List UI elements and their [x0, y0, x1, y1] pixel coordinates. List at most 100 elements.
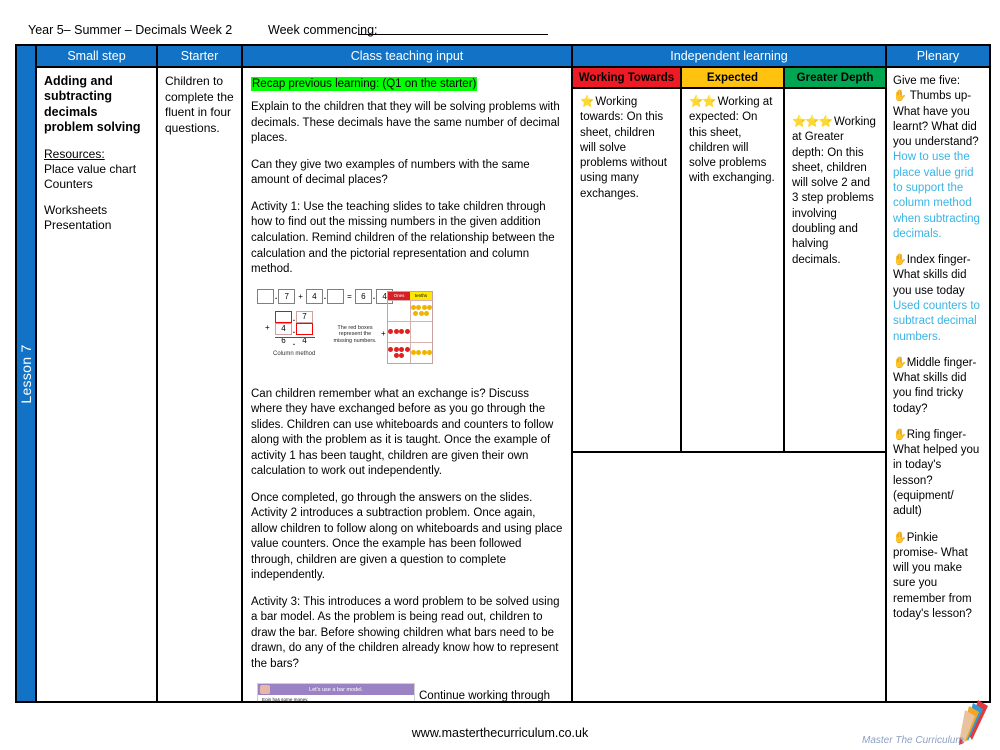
- material-item: Worksheets: [44, 203, 108, 217]
- plus-sign: +: [298, 291, 303, 301]
- diff-header-working-towards: Working Towards: [573, 68, 682, 89]
- recap-highlight: Recap previous learning: (Q1 on the star…: [251, 77, 478, 92]
- equation-blank-box: [327, 288, 345, 304]
- header-plenary: Plenary: [887, 46, 989, 68]
- star-rating: ⭐: [580, 96, 594, 108]
- header-small-step: Small step: [37, 46, 158, 68]
- plenary-prompt: ✋Ring finger- What helped you in today's…: [893, 428, 983, 520]
- resource-item: Counters: [44, 177, 93, 191]
- teaching-paragraph: Activity 1: Use the teaching slides to t…: [251, 200, 555, 276]
- place-value-tenths-cell: [410, 343, 432, 363]
- star-rating: ⭐⭐⭐: [792, 116, 833, 128]
- diff-header-greater-depth: Greater Depth: [785, 68, 887, 89]
- document-meta-row: Year 5– Summer – Decimals Week 2 Week co…: [20, 20, 980, 44]
- lesson-number-label: Lesson 7: [18, 343, 34, 404]
- teaching-paragraph: Can they give two examples of numbers wi…: [251, 158, 530, 187]
- place-value-plus-sign: +: [381, 328, 386, 338]
- lesson-plan-table: Lesson 7 Small step Starter Class teachi…: [15, 44, 991, 703]
- diff-header-expected: Expected: [682, 68, 785, 89]
- avatar-icon: [260, 685, 270, 695]
- column-method-plus-sign: +: [265, 322, 270, 332]
- independent-learning-empty-area: [573, 453, 887, 701]
- brand-logo: Master The Curriculum: [862, 700, 992, 748]
- place-value-row: [388, 299, 432, 321]
- lesson-plan-page: Year 5– Summer – Decimals Week 2 Week co…: [0, 0, 1000, 750]
- hand-icon: ✋: [893, 90, 907, 103]
- hand-icon: ✋: [893, 531, 907, 544]
- place-value-tenths-cell: [411, 322, 433, 342]
- equals-sign: =: [347, 291, 352, 301]
- brand-logo-text: Master The Curriculum: [862, 735, 964, 746]
- teaching-side-notes: Continue working through the word proble…: [419, 689, 559, 701]
- diff-body-expected: ⭐⭐ Working at expected: On this sheet, ch…: [682, 89, 785, 453]
- figure-note: The red boxes represent the missing numb…: [333, 324, 377, 345]
- figure-bar-model-wrapper: Let's use a bar model. Eoin has some mon…: [251, 683, 563, 701]
- header-independent-learning: Independent learning: [573, 46, 887, 68]
- place-value-ones-cell: [388, 321, 411, 342]
- equation-blank-box: [257, 288, 274, 304]
- diff-body-working-towards: ⭐ Working towards: On this sheet, childre…: [573, 89, 682, 453]
- place-value-header-ones: Ones: [388, 291, 410, 300]
- year-term-label: Year 5– Summer – Decimals Week 2: [28, 23, 233, 37]
- place-value-tenths-cell: [410, 301, 432, 321]
- diff-body-text: On this sheet, children will solve probl…: [580, 111, 667, 200]
- plenary-intro: Give me five:: [893, 75, 961, 87]
- plenary-prompt: ✋Index finger- What skills did you use t…: [893, 253, 983, 299]
- plenary-item: ✋Middle finger- What skills did you find…: [893, 356, 983, 417]
- plenary-item: ✋Pinkie promise- What will you make sure…: [893, 531, 983, 623]
- resources-label: Resources:: [44, 147, 105, 161]
- equation-row: . 7 + 4 . = 6 . 4: [257, 288, 394, 304]
- place-value-row: [388, 341, 432, 363]
- plenary-prompt: ✋Pinkie promise- What will you make sure…: [893, 531, 983, 623]
- teaching-paragraph: Explain to the children that they will b…: [251, 101, 560, 145]
- hand-icon: ✋: [893, 356, 907, 369]
- hand-icon: ✋: [893, 428, 907, 441]
- week-commencing-blank-line: [358, 34, 548, 35]
- plenary-answer: How to use the place value grid to suppo…: [893, 151, 980, 240]
- cell-starter: Children to complete the fluent in four …: [158, 68, 243, 701]
- figure-missing-number-calculation: . 7 + 4 . = 6 . 4 + . 7 4 . 6 . 4 Column…: [257, 288, 433, 377]
- cell-plenary: Give me five: ✋ Thumbs up- What have you…: [887, 68, 989, 701]
- plenary-prompt: ✋ Thumbs up- What have you learnt? What …: [893, 89, 983, 150]
- plenary-item: ✋ Thumbs up- What have you learnt? What …: [893, 89, 983, 242]
- starter-text: Children to complete the fluent in four …: [165, 74, 234, 135]
- plenary-prompt-text: Ring finger- What helped you in today's …: [893, 428, 980, 518]
- footer-website-url: www.masterthecurriculum.co.uk: [411, 726, 589, 740]
- teaching-paragraph: Once completed, go through the answers o…: [251, 491, 563, 582]
- resource-item: Place value chart: [44, 162, 137, 176]
- bar-model-line: Eoin has some money.: [262, 697, 309, 701]
- column-method-cell: [275, 310, 292, 323]
- plenary-answer: Used counters to subtract decimal number…: [893, 299, 980, 343]
- column-method-cell: 7: [296, 310, 313, 323]
- teaching-paragraph: Activity 3: This introduces a word probl…: [251, 595, 560, 670]
- place-value-row: [388, 320, 433, 342]
- plenary-item: ✋Ring finger- What helped you in today's…: [893, 428, 983, 520]
- header-starter: Starter: [158, 46, 243, 68]
- figure-bar-model-slide: Let's use a bar model. Eoin has some mon…: [257, 683, 415, 701]
- equation-digit-box: 7: [278, 288, 296, 304]
- place-value-header-tenths: tenths: [410, 291, 432, 300]
- column-method-cell: 4: [275, 322, 292, 335]
- equation-digit-box: 6: [354, 288, 372, 304]
- hand-icon: ✋: [893, 254, 907, 267]
- diff-body-greater-depth: ⭐⭐⭐ Working at Greater depth: On this she…: [785, 89, 887, 453]
- cell-small-step: Adding and subtracting decimals problem …: [37, 68, 158, 701]
- small-step-title: Adding and subtracting decimals problem …: [44, 74, 141, 134]
- column-method-grid: . 7 4 . 6 . 4: [275, 310, 325, 347]
- teaching-paragraph: Can children remember what an exchange i…: [251, 387, 554, 478]
- column-method-rule: [275, 336, 315, 338]
- equation-digit-box: 4: [305, 288, 323, 304]
- bar-model-slide-title: Let's use a bar model.: [258, 684, 414, 696]
- header-class-teaching-input: Class teaching input: [243, 46, 573, 68]
- side-note: Continue working through the word proble…: [419, 690, 551, 701]
- place-value-grid: Ones tenths: [387, 290, 433, 364]
- place-value-ones-cell: [388, 342, 411, 363]
- plenary-prompt-text: Pinkie promise- What will you make sure …: [893, 531, 972, 620]
- diff-body-text: On this sheet, children will solve 2 and…: [792, 146, 874, 266]
- column-method-cell: [296, 322, 313, 335]
- material-item: Presentation: [44, 218, 112, 232]
- column-method-caption: Column method: [273, 350, 316, 357]
- star-rating: ⭐⭐: [689, 96, 717, 108]
- place-value-ones-cell: [388, 300, 411, 321]
